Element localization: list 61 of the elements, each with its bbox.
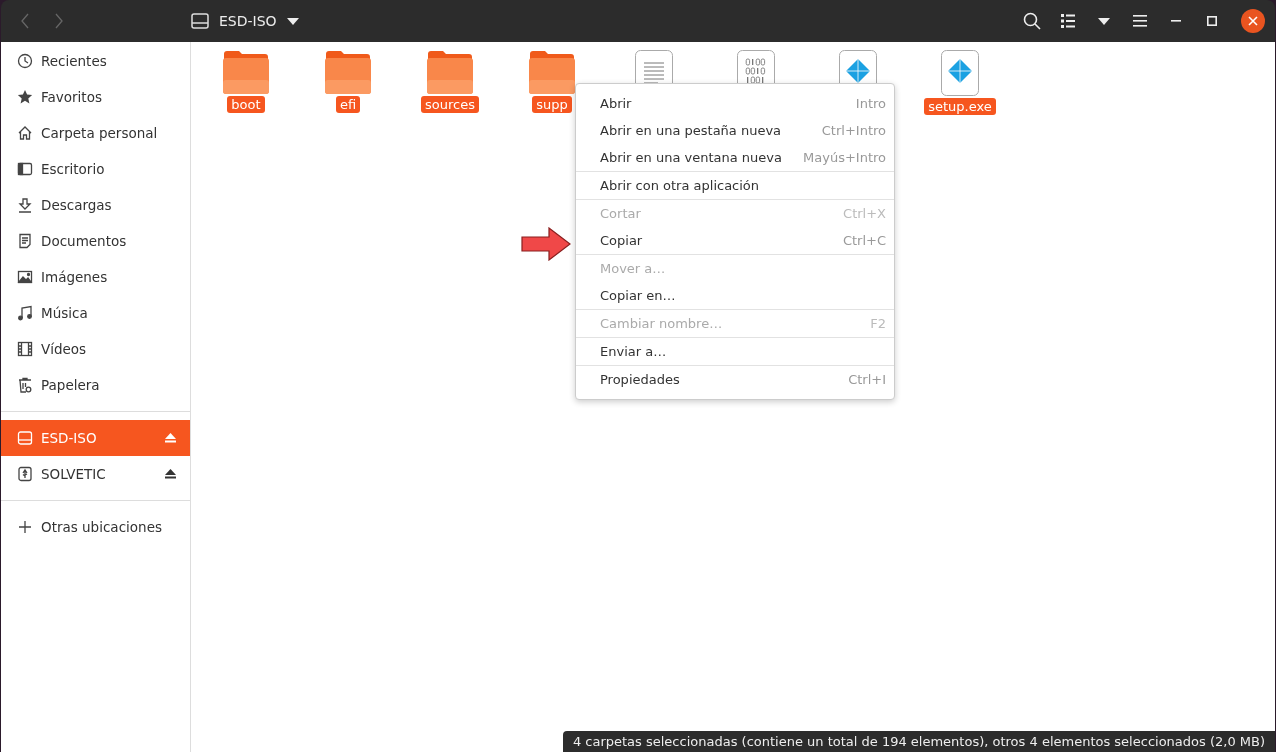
folder-icon[interactable] [222,50,270,94]
back-icon [20,13,30,29]
menu-icon [1133,15,1147,27]
status-bar: 4 carpetas seleccionadas (contiene un total de 194 elementos), otros 4 elementos seleccionados (2,0 MB) [562,731,1275,752]
menu-item[interactable]: Propiedades Ctrl+I [576,366,894,393]
shortcut-label: Ctrl+I [848,372,886,387]
menu-item[interactable]: Copiar en… [576,282,894,309]
star-icon [17,89,33,105]
caret-icon [1098,17,1110,25]
trash-icon [17,377,33,393]
plus-icon [17,519,33,535]
sidebar-item[interactable]: Recientes [1,43,190,79]
sidebar-item[interactable]: Papelera [1,367,190,403]
drive-icon [191,13,209,29]
desktop-icon [17,161,33,177]
sidebar-item[interactable]: Descargas [1,187,190,223]
folder-icon[interactable] [528,50,576,94]
executable-file-icon[interactable] [941,50,979,96]
drive-icon [17,430,33,446]
location-button[interactable]: ESD-ISO [185,7,305,35]
sidebar-item[interactable]: Carpeta personal [1,115,190,151]
shortcut-label: F2 [870,316,886,331]
caret-icon [286,17,299,25]
sidebar-item[interactable]: Vídeos [1,331,190,367]
folder-icon[interactable] [324,50,372,94]
menu-item[interactable]: Copiar Ctrl+C [576,227,894,254]
clock-icon [17,53,33,69]
sidebar-item[interactable]: Otras ubicaciones [1,509,190,545]
list-view-icon [1061,14,1075,28]
menu-item[interactable]: Abrir en una ventana nueva Mayús+Intro [576,144,894,171]
shortcut-label: Mayús+Intro [803,150,886,165]
forward-icon [54,13,64,29]
menu-item[interactable]: Abrir en una pestaña nueva Ctrl+Intro [576,117,894,144]
minimize-icon [1171,20,1181,22]
download-icon [17,197,33,213]
shortcut-label: Ctrl+C [842,233,886,248]
menu-item[interactable]: Abrir Intro [576,90,894,117]
folder-icon[interactable] [426,50,474,94]
search-icon [1023,12,1041,30]
sidebar-item[interactable]: Documentos [1,223,190,259]
sidebar-item[interactable]: Imágenes [1,259,190,295]
sidebar-item[interactable]: Música [1,295,190,331]
menu-item[interactable]: Enviar a… [576,338,894,365]
sidebar-item[interactable]: SOLVETIC [1,456,190,492]
close-icon [1248,16,1258,26]
shortcut-label: Ctrl+Intro [821,123,886,138]
shortcut-label: Intro [855,96,886,111]
eject-icon[interactable] [165,469,176,479]
image-icon [17,269,33,285]
home-icon [17,125,33,141]
music-icon [17,305,33,321]
menu-item[interactable]: Abrir con otra aplicación [576,172,894,199]
maximize-icon [1207,16,1217,26]
arrow-icon [521,227,571,261]
usb-icon [17,466,33,482]
close-button[interactable] [1241,9,1265,33]
document-icon [17,233,33,249]
sidebar-item[interactable]: Favoritos [1,79,190,115]
film-icon [17,341,33,357]
shortcut-label: Ctrl+X [843,206,886,221]
sidebar-item[interactable]: Escritorio [1,151,190,187]
